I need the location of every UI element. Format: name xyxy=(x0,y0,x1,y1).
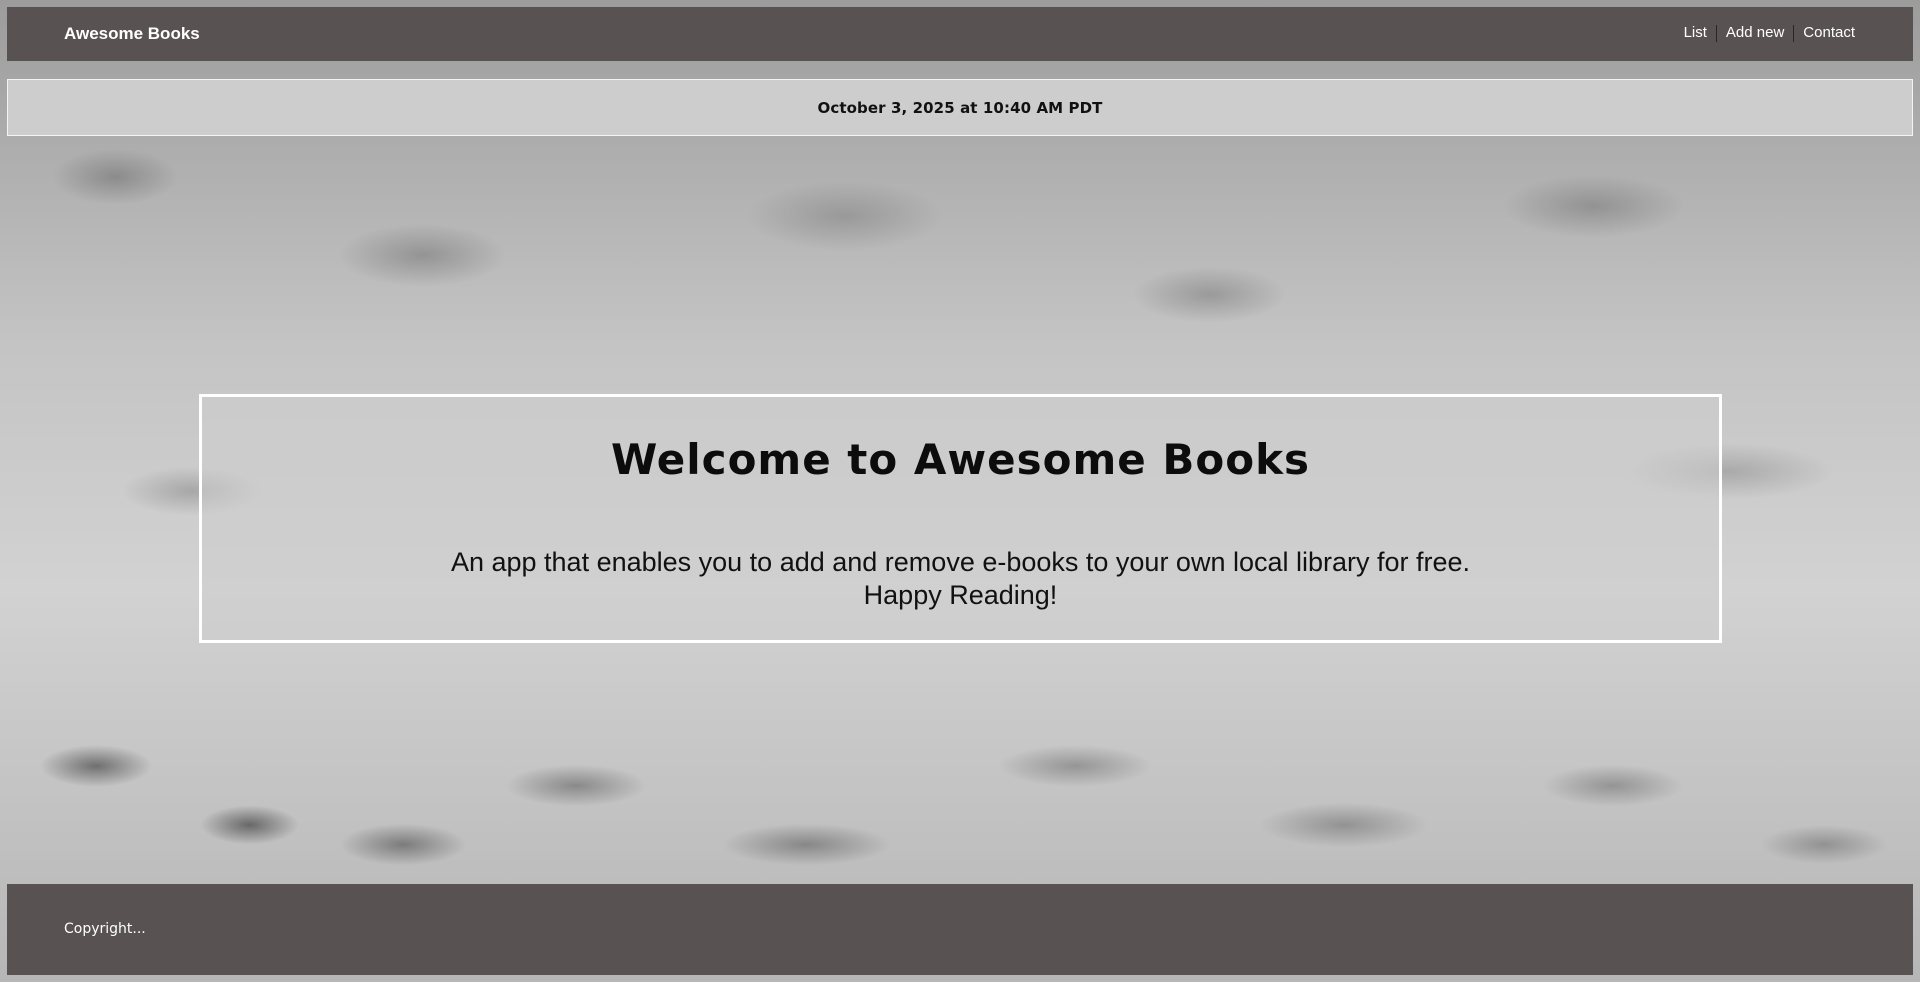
nav-link-contact[interactable]: Contact xyxy=(1794,24,1855,42)
top-navbar: Awesome Books List Add new Contact xyxy=(7,7,1913,61)
footer: Copyright... xyxy=(7,884,1913,975)
welcome-panel: Welcome to Awesome Books An app that ena… xyxy=(199,394,1722,643)
nav-menu: List Add new Contact xyxy=(1675,24,1855,42)
date-banner: October 3, 2025 at 10:40 AM PDT xyxy=(7,79,1913,136)
welcome-line-2: Happy Reading! xyxy=(863,580,1058,610)
welcome-title: Welcome to Awesome Books xyxy=(610,435,1311,484)
welcome-description: An app that enables you to add and remov… xyxy=(202,546,1719,612)
nav-link-list[interactable]: List xyxy=(1675,24,1716,42)
copyright-text: Copyright... xyxy=(64,921,146,937)
current-date: October 3, 2025 at 10:40 AM PDT xyxy=(817,98,1103,117)
brand-logo[interactable]: Awesome Books xyxy=(64,24,200,44)
nav-link-add-new[interactable]: Add new xyxy=(1717,24,1793,42)
welcome-line-1: An app that enables you to add and remov… xyxy=(450,547,1471,577)
